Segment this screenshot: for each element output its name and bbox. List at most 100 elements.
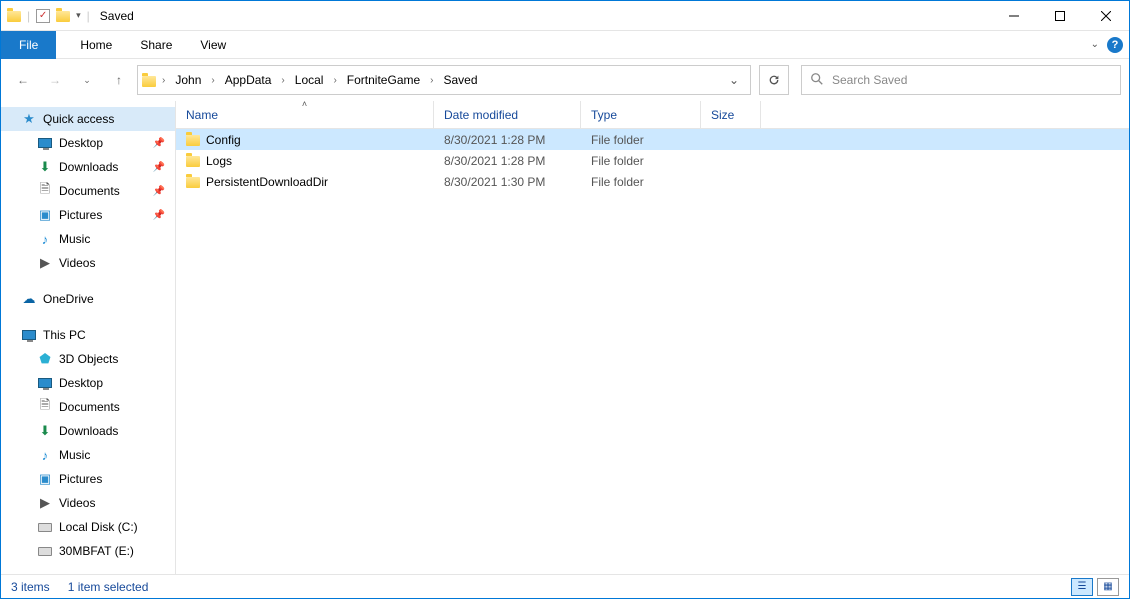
breadcrumb[interactable]: Local xyxy=(291,71,328,89)
file-date: 8/30/2021 1:28 PM xyxy=(434,133,581,147)
view-tab[interactable]: View xyxy=(186,32,240,58)
sidebar-item-downloads[interactable]: ⬇Downloads xyxy=(1,419,175,443)
qat-dropdown-icon[interactable]: ▾ xyxy=(76,10,81,21)
column-name[interactable]: Name˄ xyxy=(176,101,434,128)
sidebar-item-desktop[interactable]: Desktop 📌 xyxy=(1,131,175,155)
up-button[interactable]: ↑ xyxy=(105,66,133,94)
sidebar-item-localdisk[interactable]: Local Disk (C:) xyxy=(1,515,175,539)
drive-icon xyxy=(37,543,53,559)
sidebar-label: Videos xyxy=(59,256,95,270)
sidebar-label: Documents xyxy=(59,400,120,414)
search-input[interactable]: Search Saved xyxy=(801,65,1121,95)
table-row[interactable]: Logs8/30/2021 1:28 PMFile folder xyxy=(176,150,1129,171)
close-button[interactable] xyxy=(1083,1,1129,31)
chevron-right-icon[interactable]: › xyxy=(279,75,286,86)
music-icon: ♪ xyxy=(37,231,53,247)
large-icons-view-button[interactable]: ▦ xyxy=(1097,578,1119,596)
star-icon: ★ xyxy=(21,111,37,127)
chevron-right-icon[interactable]: › xyxy=(209,75,216,86)
sidebar-item-pictures[interactable]: ▣ Pictures xyxy=(1,467,175,491)
back-button[interactable]: ← xyxy=(9,66,37,94)
column-size[interactable]: Size xyxy=(701,101,761,128)
checkbox-icon[interactable]: ✓ xyxy=(36,9,50,23)
sidebar-item-fatdrive[interactable]: 30MBFAT (E:) xyxy=(1,539,175,563)
column-label: Name xyxy=(186,108,218,122)
folder-icon xyxy=(186,156,200,167)
sidebar-item-videos[interactable]: ▶Videos xyxy=(1,491,175,515)
address-dropdown[interactable]: ⌄ xyxy=(722,73,746,87)
pin-icon: 📌 xyxy=(153,138,165,149)
table-row[interactable]: Config 8/30/2021 1:28 PMFile folder xyxy=(176,129,1129,150)
sidebar-item-thispc[interactable]: This PC xyxy=(1,323,175,347)
share-tab[interactable]: Share xyxy=(126,32,186,58)
sidebar-item-documents[interactable]: 🗎Documents xyxy=(1,395,175,419)
file-tab[interactable]: File xyxy=(1,31,56,59)
refresh-button[interactable] xyxy=(759,65,789,95)
sidebar-label: Music xyxy=(59,232,90,246)
sidebar-item-onedrive[interactable]: ☁OneDrive xyxy=(1,287,175,311)
sidebar-label: Desktop xyxy=(59,376,103,390)
sidebar-item-videos[interactable]: ▶Videos xyxy=(1,251,175,275)
home-tab[interactable]: Home xyxy=(66,32,126,58)
file-type: File folder xyxy=(581,175,701,189)
folder-icon xyxy=(56,11,70,22)
folder-icon xyxy=(142,76,156,87)
file-name: PersistentDownloadDir xyxy=(206,175,328,189)
sidebar-item-music[interactable]: ♪ Music xyxy=(1,227,175,251)
desktop-icon xyxy=(37,375,53,391)
sidebar-item-documents[interactable]: 🗎Documents📌 xyxy=(1,179,175,203)
file-name: Config xyxy=(206,133,241,147)
sidebar-item-3dobjects[interactable]: ⬟3D Objects xyxy=(1,347,175,371)
document-icon: 🗎 xyxy=(37,183,53,199)
download-icon: ⬇ xyxy=(37,159,53,175)
file-name: Logs xyxy=(206,154,232,168)
details-view-button[interactable]: ☰ xyxy=(1071,578,1093,596)
sidebar-item-downloads[interactable]: ⬇Downloads📌 xyxy=(1,155,175,179)
ribbon-expand-icon[interactable]: ⌄ xyxy=(1091,39,1099,50)
breadcrumb[interactable]: FortniteGame xyxy=(343,71,424,89)
breadcrumb[interactable]: John xyxy=(171,71,205,89)
search-placeholder: Search Saved xyxy=(832,73,907,87)
forward-button[interactable]: → xyxy=(41,66,69,94)
status-selected: 1 item selected xyxy=(68,580,149,594)
folder-icon xyxy=(7,11,21,22)
column-headers: Name˄ Date modified Type Size xyxy=(176,101,1129,129)
music-icon: ♪ xyxy=(37,447,53,463)
pin-icon: 📌 xyxy=(153,210,165,221)
recent-dropdown[interactable]: ⌄ xyxy=(73,66,101,94)
maximize-button[interactable] xyxy=(1037,1,1083,31)
sidebar-label: Music xyxy=(59,448,90,462)
drive-icon xyxy=(37,519,53,535)
picture-icon: ▣ xyxy=(37,207,53,223)
sidebar-label: 30MBFAT (E:) xyxy=(59,544,134,558)
sidebar-item-quickaccess[interactable]: ★ Quick access xyxy=(1,107,175,131)
sidebar-label: Desktop xyxy=(59,136,103,150)
help-button[interactable]: ? xyxy=(1107,37,1123,53)
sidebar-label: Local Disk (C:) xyxy=(59,520,138,534)
column-date[interactable]: Date modified xyxy=(434,101,581,128)
sidebar-item-music[interactable]: ♪ Music xyxy=(1,443,175,467)
sidebar-label: Downloads xyxy=(59,424,118,438)
pin-icon: 📌 xyxy=(153,186,165,197)
chevron-right-icon[interactable]: › xyxy=(428,75,435,86)
address-bar[interactable]: › John › AppData › Local › FortniteGame … xyxy=(137,65,751,95)
qat-divider: | xyxy=(27,9,30,23)
chevron-right-icon[interactable]: › xyxy=(160,75,167,86)
video-icon: ▶ xyxy=(37,495,53,511)
sidebar-item-pictures[interactable]: ▣Pictures📌 xyxy=(1,203,175,227)
breadcrumb[interactable]: AppData xyxy=(221,71,276,89)
status-bar: 3 items 1 item selected ☰ ▦ xyxy=(1,574,1129,598)
search-icon xyxy=(810,72,824,89)
sidebar-item-desktop[interactable]: Desktop xyxy=(1,371,175,395)
file-type: File folder xyxy=(581,133,701,147)
table-row[interactable]: PersistentDownloadDir8/30/2021 1:30 PMFi… xyxy=(176,171,1129,192)
sidebar-label: 3D Objects xyxy=(59,352,118,366)
sidebar-label: This PC xyxy=(43,328,86,342)
breadcrumb[interactable]: Saved xyxy=(440,71,482,89)
chevron-right-icon[interactable]: › xyxy=(331,75,338,86)
column-type[interactable]: Type xyxy=(581,101,701,128)
sidebar: ★ Quick access Desktop📌 ⬇Downloads📌 🗎Doc… xyxy=(1,101,176,574)
sidebar-label: Pictures xyxy=(59,472,102,486)
minimize-button[interactable] xyxy=(991,1,1037,31)
picture-icon: ▣ xyxy=(37,471,53,487)
